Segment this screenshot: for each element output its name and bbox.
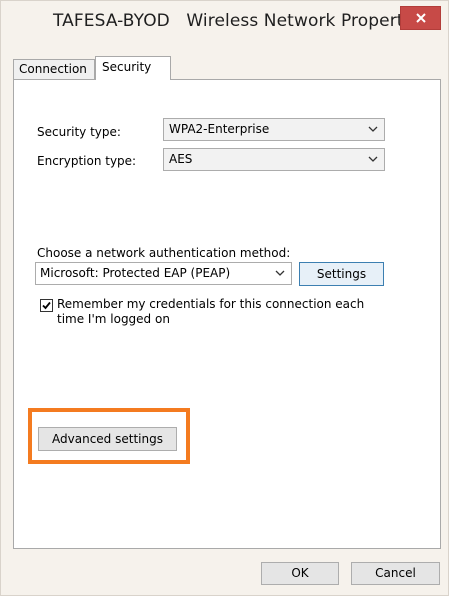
remember-credentials-label: Remember my credentials for this connect… bbox=[57, 297, 365, 311]
chevron-down-icon bbox=[368, 126, 378, 132]
close-button[interactable] bbox=[400, 6, 441, 30]
remember-credentials-label-line2: time I'm logged on bbox=[57, 312, 170, 326]
security-type-dropdown[interactable]: WPA2-Enterprise bbox=[163, 118, 385, 141]
dialog-title: TAFESA-BYOD Wireless Network Properties bbox=[53, 11, 428, 31]
encryption-type-value: AES bbox=[169, 152, 193, 166]
close-icon bbox=[415, 13, 426, 23]
auth-method-value: Microsoft: Protected EAP (PEAP) bbox=[40, 266, 231, 280]
remember-credentials-checkbox[interactable] bbox=[40, 299, 53, 312]
advanced-settings-button[interactable]: Advanced settings bbox=[38, 427, 177, 451]
ok-button[interactable]: OK bbox=[261, 562, 339, 585]
cancel-button[interactable]: Cancel bbox=[351, 562, 440, 585]
auth-method-dropdown[interactable]: Microsoft: Protected EAP (PEAP) bbox=[35, 262, 292, 285]
title-bar[interactable]: TAFESA-BYOD Wireless Network Properties bbox=[1, 1, 449, 43]
tab-connection[interactable]: Connection bbox=[13, 59, 95, 79]
settings-button[interactable]: Settings bbox=[299, 262, 384, 286]
encryption-type-dropdown[interactable]: AES bbox=[163, 148, 385, 171]
tab-security[interactable]: Security bbox=[95, 56, 171, 80]
properties-dialog: TAFESA-BYOD Wireless Network Properties … bbox=[0, 0, 449, 596]
chevron-down-icon bbox=[368, 156, 378, 162]
security-type-label: Security type: bbox=[37, 125, 121, 139]
chevron-down-icon bbox=[275, 270, 285, 276]
checkmark-icon bbox=[42, 301, 51, 310]
auth-method-label: Choose a network authentication method: bbox=[37, 246, 291, 260]
encryption-type-label: Encryption type: bbox=[37, 154, 137, 168]
security-type-value: WPA2-Enterprise bbox=[169, 122, 270, 136]
